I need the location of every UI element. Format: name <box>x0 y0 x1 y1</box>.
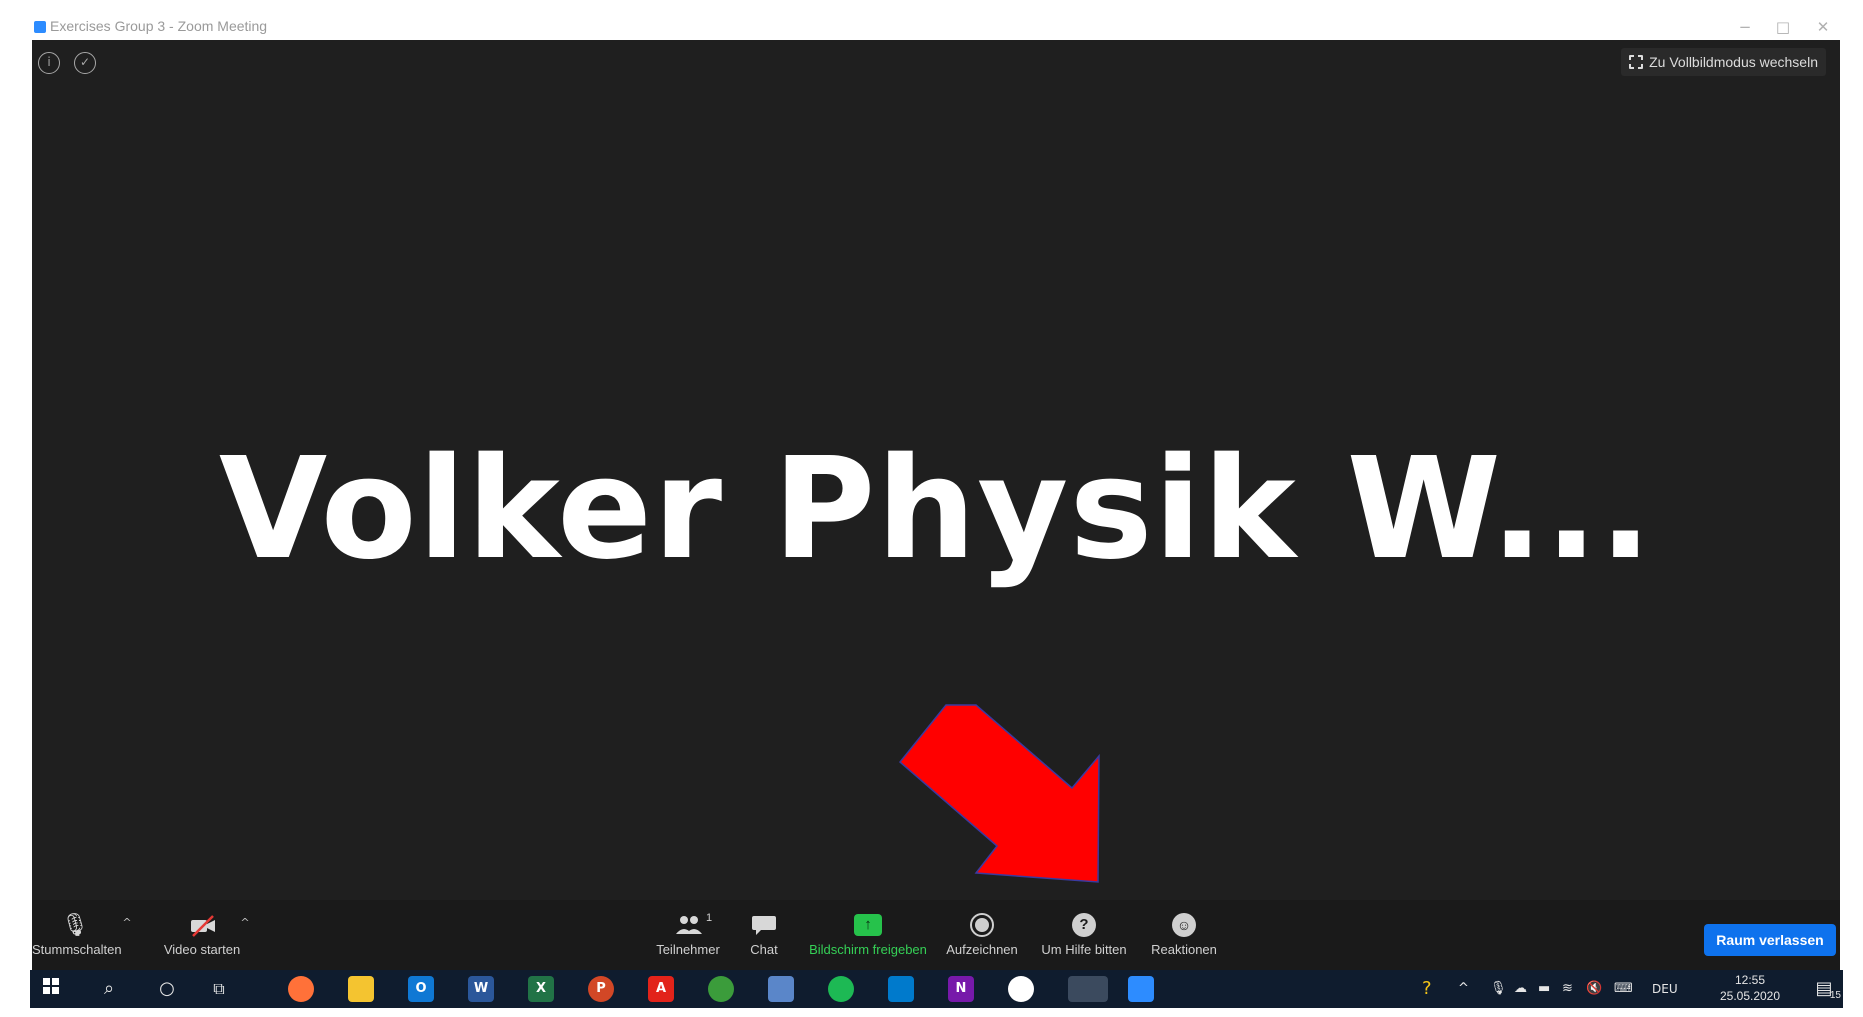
onenote-icon[interactable]: N <box>948 976 974 1002</box>
participants-button[interactable]: 1 Teilnehmer <box>644 900 732 970</box>
zoom-taskbar-icon[interactable] <box>1128 976 1154 1002</box>
reactions-label: Reaktionen <box>1151 942 1217 957</box>
show-hidden-icons-icon[interactable]: ^ <box>1458 979 1469 999</box>
reactions-button[interactable]: ☺ Reaktionen <box>1136 900 1232 970</box>
cortana-icon[interactable]: ○ <box>154 976 180 1002</box>
notification-count: 15 <box>1829 990 1841 1001</box>
start-icon[interactable] <box>38 976 64 1002</box>
fullscreen-label: Zu Vollbildmodus wechseln <box>1649 54 1818 70</box>
acrobat-icon[interactable]: A <box>648 976 674 1002</box>
clock-date: 25.05.2020 <box>1719 989 1781 1003</box>
paint-icon[interactable] <box>1068 976 1108 1002</box>
screenshot-frame: Exercises Group 3 - Zoom Meeting − □ ✕ i… <box>0 0 1863 1017</box>
task-view-icon[interactable]: ⧉ <box>206 976 232 1002</box>
meeting-toolbar: 🎙 Stummschalten ^ Video starten ^ 1 Teil… <box>32 900 1840 970</box>
participants-count: 1 <box>706 912 713 924</box>
language-indicator[interactable]: DEU <box>1652 979 1678 999</box>
firefox-icon[interactable] <box>288 976 314 1002</box>
keyboard-tray-icon[interactable]: ⌨ <box>1614 979 1633 999</box>
ask-for-help-button[interactable]: ? Um Hilfe bitten <box>1032 900 1136 970</box>
microphone-tray-icon[interactable]: 🎙 <box>1490 979 1507 999</box>
battery-tray-icon[interactable]: ▬ <box>1538 979 1550 999</box>
help-tray-icon[interactable]: ? <box>1422 979 1432 999</box>
volume-muted-icon[interactable]: 🔇 <box>1586 979 1602 999</box>
file-explorer-icon[interactable] <box>348 976 374 1002</box>
fullscreen-button[interactable]: Zu Vollbildmodus wechseln <box>1621 48 1826 76</box>
meeting-view: i ✓ Zu Vollbildmodus wechseln Volker Phy… <box>32 40 1840 970</box>
network-icon[interactable] <box>768 976 794 1002</box>
participants-label: Teilnehmer <box>656 942 720 957</box>
mute-button[interactable]: 🎙 Stummschalten <box>32 900 122 970</box>
search-icon[interactable]: ⌕ <box>96 976 122 1002</box>
spotify-icon[interactable] <box>828 976 854 1002</box>
info-icon[interactable]: i <box>38 52 60 74</box>
start-video-label: Video starten <box>163 942 241 957</box>
excel-icon[interactable]: X <box>528 976 554 1002</box>
record-label: Aufzeichnen <box>946 942 1018 957</box>
minimize-button[interactable]: − <box>1731 16 1759 38</box>
participant-name: Volker Physik W... <box>218 428 1654 591</box>
system-clock[interactable]: 12:55 25.05.2020 <box>1715 972 1785 1004</box>
record-button[interactable]: Aufzeichnen <box>934 900 1030 970</box>
window-title: Exercises Group 3 - Zoom Meeting <box>50 18 268 34</box>
wifi-tray-icon[interactable]: ≋ <box>1562 979 1573 999</box>
chat-button[interactable]: Chat <box>734 900 794 970</box>
record-icon <box>970 913 994 937</box>
leave-room-button[interactable]: Raum verlassen <box>1704 924 1836 956</box>
powerpoint-icon[interactable]: P <box>588 976 614 1002</box>
arrow-shape <box>898 704 1100 883</box>
video-off-icon <box>189 914 215 938</box>
maximize-button[interactable]: □ <box>1769 16 1797 38</box>
zoom-app-icon <box>34 21 46 33</box>
ask-for-help-label: Um Hilfe bitten <box>1041 942 1127 957</box>
fullscreen-icon <box>1628 54 1645 70</box>
microphone-icon: 🎙 <box>61 913 89 938</box>
window-titlebar: Exercises Group 3 - Zoom Meeting − □ ✕ <box>30 12 1843 42</box>
vscode-icon[interactable] <box>888 976 914 1002</box>
share-screen-icon: ↑ <box>854 914 882 936</box>
reactions-icon: ☺ <box>1172 913 1196 937</box>
browser-icon[interactable] <box>708 976 734 1002</box>
clock-time: 12:55 <box>1734 973 1766 987</box>
start-video-button[interactable]: Video starten <box>152 900 252 970</box>
word-icon[interactable]: W <box>468 976 494 1002</box>
shield-icon[interactable]: ✓ <box>74 52 96 74</box>
chat-label: Chat <box>750 942 778 957</box>
windows-taskbar: ⌕ ○ ⧉ O W X P A N ? ^ 🎙 ☁ ▬ ≋ 🔇 ⌨ DEU 12… <box>30 970 1843 1008</box>
participants-icon <box>675 914 702 938</box>
help-icon: ? <box>1072 913 1096 937</box>
share-screen-button[interactable]: ↑ Bildschirm freigeben <box>798 900 938 970</box>
cloud-tray-icon[interactable]: ☁ <box>1514 979 1527 999</box>
audio-options-caret[interactable]: ^ <box>120 916 134 930</box>
mute-label: Stummschalten <box>32 942 122 957</box>
video-options-caret[interactable]: ^ <box>238 916 252 930</box>
chat-icon <box>751 914 777 938</box>
close-button[interactable]: ✕ <box>1809 16 1837 38</box>
photos-icon[interactable] <box>1008 976 1034 1002</box>
outlook-icon[interactable]: O <box>408 976 434 1002</box>
share-screen-label: Bildschirm freigeben <box>809 942 927 957</box>
